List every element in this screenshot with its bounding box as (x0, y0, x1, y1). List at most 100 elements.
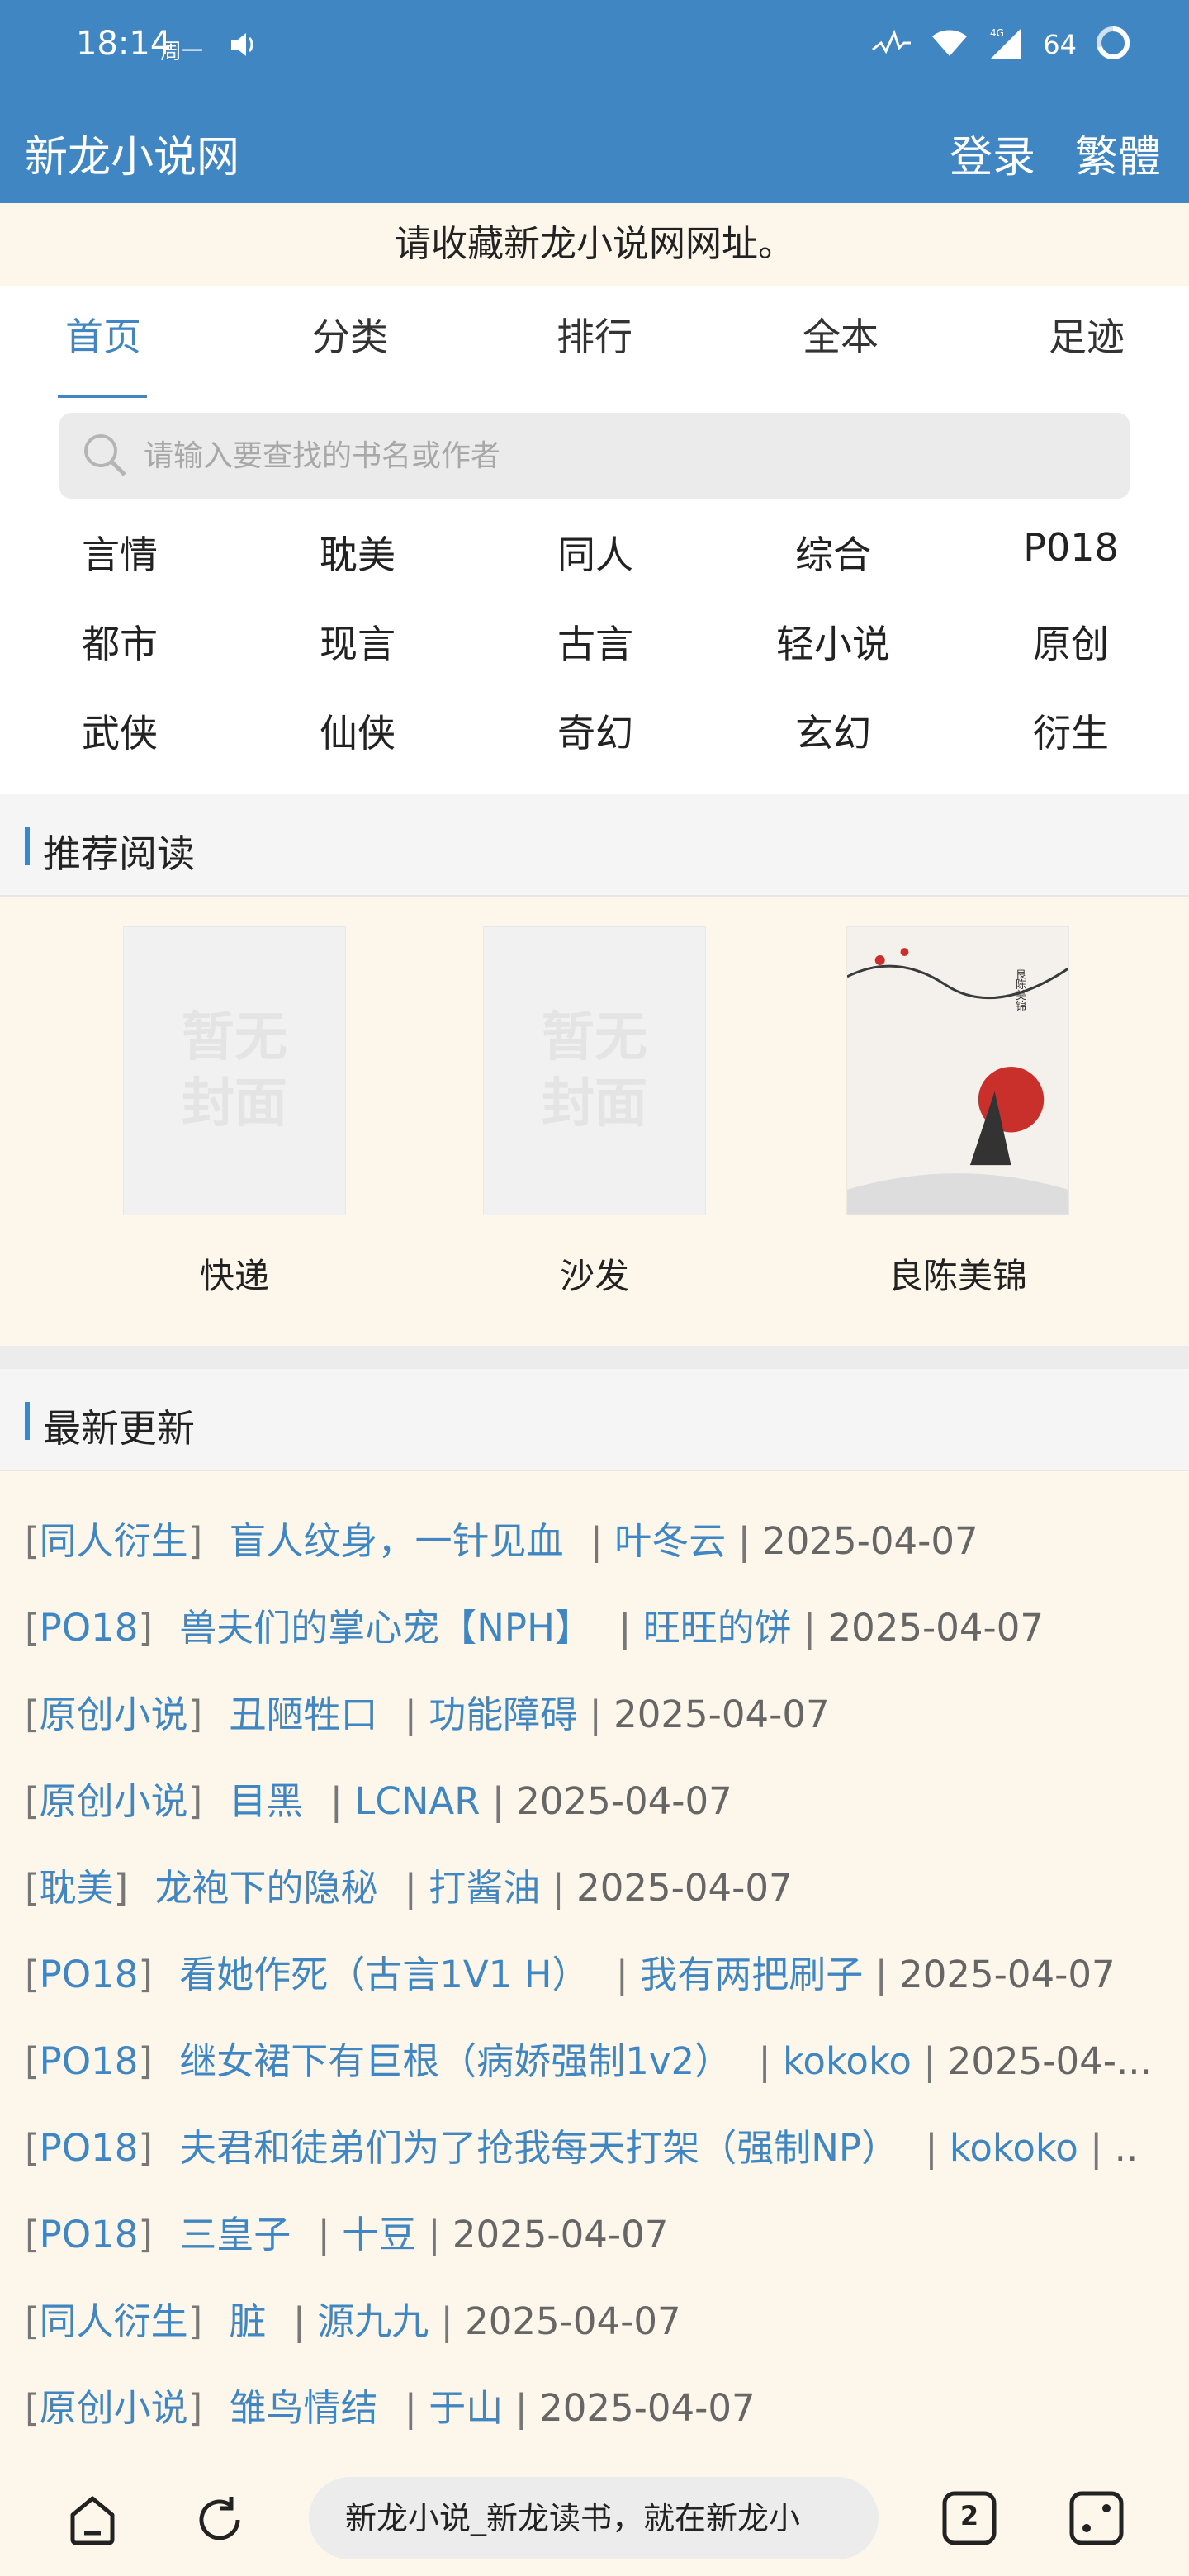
item-date: 2025-04-07 (899, 1953, 1116, 1996)
list-item[interactable]: [同人衍生] 盲人纹身，一针见血 | 叶冬云 | 2025-04-07 (25, 1511, 1164, 1585)
book-cover-placeholder[interactable]: 暂无封面 (123, 926, 346, 1215)
item-author[interactable]: 功能障碍 (429, 1693, 577, 1736)
item-author[interactable]: 于山 (429, 2386, 503, 2430)
item-category[interactable]: PO18 (40, 2126, 139, 2170)
category-link[interactable]: 都市 (29, 614, 211, 669)
item-author[interactable]: 旺旺的饼 (643, 1606, 792, 1650)
item-author[interactable]: 十豆 (342, 2213, 416, 2256)
main-nav: 首页 分类 排行 全本 足迹 (0, 307, 1189, 398)
search-input[interactable] (142, 429, 1100, 482)
item-author[interactable]: 我有两把刷子 (640, 1953, 863, 1996)
item-book-name[interactable]: 盲人纹身，一针见血 (229, 1519, 563, 1563)
item-category[interactable]: 同人衍生 (40, 1519, 188, 1563)
item-category[interactable]: 耽美 (40, 1866, 114, 1910)
category-link[interactable]: 轻小说 (742, 614, 924, 669)
item-book-name[interactable]: 继女裙下有巨根（病娇强制1v2） (179, 2039, 732, 2083)
item-author[interactable]: kokoko (950, 2126, 1078, 2170)
item-book-name[interactable]: 雏鸟情结 (229, 2386, 377, 2430)
browser-bottom-bar: 新龙小说_新龙读书，就在新龙小 2 (0, 2462, 1189, 2576)
list-item[interactable]: [PO18] 继女裙下有巨根（病娇强制1v2） | kokoko | 2025-… (25, 2031, 1164, 2105)
tab-home[interactable]: 首页 (21, 307, 186, 362)
top-nav-panel: 首页 分类 排行 全本 足迹 言情 耽美 同人 综合 P018 都市 现言 古言… (0, 286, 1189, 794)
item-category[interactable]: PO18 (40, 1953, 139, 1996)
list-item[interactable]: [PO18] 夫君和徒弟们为了抢我每天打架（强制NP） | kokoko | .… (25, 2118, 1164, 2192)
category-link[interactable]: 玄幻 (742, 703, 924, 758)
latest-section-header: 最新更新 (0, 1369, 1189, 1471)
category-link[interactable]: P018 (980, 525, 1162, 570)
item-category[interactable]: 原创小说 (40, 2386, 188, 2430)
item-book-name[interactable]: 目黑 (229, 1779, 303, 1823)
list-item[interactable]: [同人衍生] 脏 | 源九九 | 2025-04-07 (25, 2291, 1164, 2365)
list-item[interactable]: [耽美] 龙袍下的隐秘 | 打酱油 | 2025-04-07 (25, 1858, 1164, 1932)
status-time: 18:14 (76, 25, 172, 63)
category-link[interactable]: 仙侠 (267, 703, 448, 758)
tab-completed[interactable]: 全本 (758, 307, 923, 362)
item-book-name[interactable]: 龙袍下的隐秘 (154, 1866, 377, 1910)
section-accent-bar (25, 1402, 30, 1440)
login-link[interactable]: 登录 (950, 122, 1035, 184)
list-item[interactable]: [原创小说] 目黑 | LCNAR | 2025-04-07 (25, 1771, 1164, 1845)
item-author[interactable]: kokoko (783, 2039, 912, 2083)
category-link[interactable]: 原创 (980, 614, 1162, 669)
category-link[interactable]: 古言 (504, 614, 686, 669)
category-link[interactable]: 奇幻 (504, 703, 686, 758)
category-link[interactable]: 衍生 (980, 703, 1162, 758)
active-tab-underline (58, 395, 147, 398)
item-category[interactable]: 原创小说 (40, 1693, 188, 1736)
cellular-4g-icon: 4G (987, 25, 1025, 64)
menu-icon[interactable] (1068, 2490, 1125, 2550)
item-date: 2025-04-... (947, 2039, 1152, 2083)
category-link[interactable]: 同人 (504, 525, 686, 580)
item-category[interactable]: PO18 (40, 2213, 139, 2256)
item-date: 2025-04-07 (613, 1693, 830, 1736)
item-author[interactable]: LCNAR (354, 1779, 480, 1823)
item-book-name[interactable]: 丑陋牲口 (229, 1693, 377, 1736)
book-card[interactable]: 良陈美锦 良陈美锦 (834, 926, 1082, 1299)
home-icon[interactable] (63, 2490, 122, 2553)
refresh-icon[interactable] (190, 2490, 249, 2553)
item-category[interactable]: 原创小说 (40, 1779, 188, 1823)
tab-history[interactable]: 足迹 (1004, 307, 1169, 362)
book-title[interactable]: 快递 (111, 1248, 358, 1299)
book-card[interactable]: 暂无封面 沙发 (471, 926, 718, 1299)
list-item[interactable]: [原创小说] 雏鸟情结 | 于山 | 2025-04-07 (25, 2378, 1164, 2452)
tab-categories[interactable]: 分类 (268, 307, 433, 362)
tab-ranking[interactable]: 排行 (512, 307, 677, 362)
book-cover-placeholder[interactable]: 暂无封面 (483, 926, 706, 1215)
category-link[interactable]: 言情 (29, 525, 211, 580)
item-category[interactable]: PO18 (40, 1606, 139, 1650)
item-book-name[interactable]: 三皇子 (179, 2213, 291, 2256)
item-book-name[interactable]: 脏 (229, 2299, 266, 2343)
item-book-name[interactable]: 夫君和徒弟们为了抢我每天打架（强制NP） (179, 2126, 898, 2170)
item-author[interactable]: 打酱油 (429, 1866, 540, 1910)
item-date: 2025-04-07 (452, 2213, 669, 2256)
item-date: 2025-04-07 (516, 1779, 732, 1823)
item-book-name[interactable]: 看她作死（古言1V1 H） (179, 1953, 589, 1996)
item-category[interactable]: PO18 (40, 2039, 139, 2083)
site-title[interactable]: 新龙小说网 (25, 122, 239, 184)
traditional-chinese-link[interactable]: 繁體 (1075, 122, 1161, 184)
category-link[interactable]: 耽美 (267, 525, 448, 580)
list-item[interactable]: [PO18] 看她作死（古言1V1 H） | 我有两把刷子 | 2025-04-… (25, 1944, 1164, 2019)
bookmark-notice: 请收藏新龙小说网网址。 (0, 203, 1189, 286)
search-bar[interactable] (59, 413, 1130, 499)
book-title[interactable]: 沙发 (471, 1248, 718, 1299)
category-link[interactable]: 武侠 (29, 703, 211, 758)
list-item[interactable]: [PO18] 三皇子 | 十豆 | 2025-04-07 (25, 2204, 1164, 2279)
item-category[interactable]: 同人衍生 (40, 2299, 188, 2343)
category-link[interactable]: 现言 (267, 614, 448, 669)
book-cover-image[interactable]: 良陈美锦 (846, 926, 1069, 1215)
tabs-icon[interactable]: 2 (941, 2490, 997, 2550)
category-link[interactable]: 综合 (742, 525, 924, 580)
search-icon[interactable] (83, 433, 129, 482)
list-item[interactable]: [原创小说] 丑陋牲口 | 功能障碍 | 2025-04-07 (25, 1684, 1164, 1759)
cover-placeholder-text: 暂无封面 (182, 1007, 287, 1134)
list-item[interactable]: [PO18] 兽夫们的掌心宠【NPH】 | 旺旺的饼 | 2025-04-07 (25, 1598, 1164, 1672)
item-author[interactable]: 源九九 (317, 2299, 429, 2343)
item-author[interactable]: 叶冬云 (614, 1519, 726, 1563)
book-card[interactable]: 暂无封面 快递 (111, 926, 358, 1299)
book-title[interactable]: 良陈美锦 (834, 1248, 1082, 1299)
item-book-name[interactable]: 兽夫们的掌心宠【NPH】 (179, 1606, 592, 1650)
address-bar[interactable]: 新龙小说_新龙读书，就在新龙小 (309, 2477, 879, 2559)
latest-updates-list: [同人衍生] 盲人纹身，一针见血 | 叶冬云 | 2025-04-07 [PO1… (0, 1471, 1189, 2462)
